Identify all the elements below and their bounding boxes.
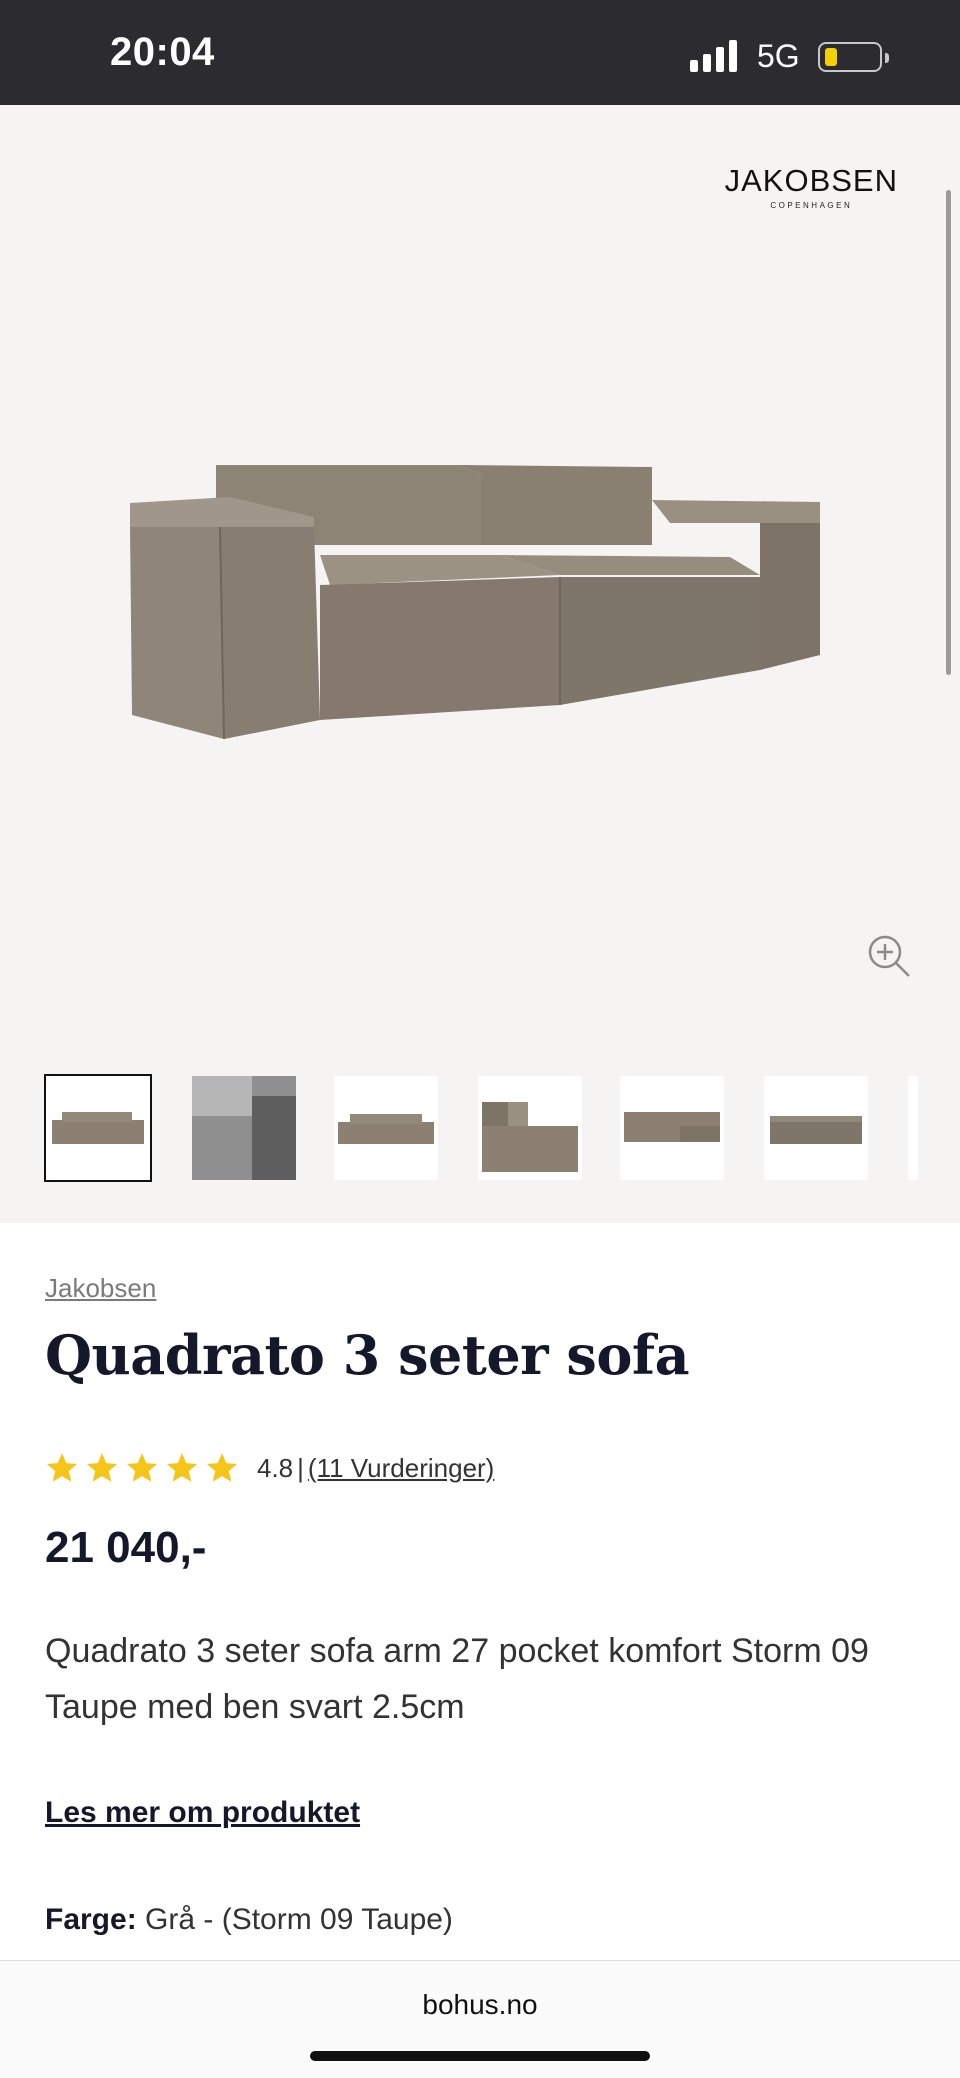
brand-link[interactable]: Jakobsen [45, 1273, 156, 1304]
star-icon [86, 1453, 118, 1482]
star-icon [166, 1453, 198, 1482]
battery-icon [818, 42, 889, 72]
thumbnail-1[interactable] [44, 1074, 152, 1182]
star-icon [46, 1453, 78, 1482]
thumbnail-6[interactable] [764, 1076, 868, 1180]
brand-logo-word: JAKOBSEN [724, 163, 898, 198]
home-indicator[interactable] [310, 2051, 650, 2061]
color-row[interactable]: Farge: Grå - (Storm 09 Taupe) [45, 1903, 453, 1937]
thumbnail-strip[interactable] [44, 1070, 960, 1182]
url-text[interactable]: bohus.no [0, 1989, 960, 2021]
color-label: Farge: [45, 1903, 137, 1936]
thumbnail-4[interactable] [478, 1076, 582, 1180]
rating-score: 4.8 [257, 1452, 294, 1483]
brand-logo-sub: COPENHAGEN [770, 201, 853, 210]
zoom-icon[interactable] [866, 933, 912, 979]
browser-address-bar[interactable]: bohus.no [0, 1960, 960, 2078]
thumbnail-7[interactable] [908, 1076, 918, 1180]
thumbnail-2[interactable] [192, 1076, 296, 1180]
network-label: 5G [757, 38, 800, 74]
reviews-link[interactable]: (11 Vurderinger) [308, 1453, 494, 1484]
product-main-image[interactable] [130, 445, 830, 825]
read-more-link[interactable]: Les mer om produktet [45, 1796, 360, 1830]
color-value: Grå - (Storm 09 Taupe) [145, 1903, 453, 1936]
thumbnail-3[interactable] [334, 1076, 438, 1180]
rating: 4.8 | (11 Vurderinger) [45, 1448, 494, 1488]
star-icon [126, 1453, 158, 1482]
product-title: Quadrato 3 seter sofa [45, 1323, 690, 1387]
product-gallery[interactable]: JAKOBSEN COPENHAGEN [0, 105, 960, 1223]
rating-separator: | [297, 1452, 304, 1483]
scrollbar[interactable] [946, 190, 951, 675]
star-icon [206, 1453, 238, 1482]
signal-icon [690, 40, 737, 72]
status-time: 20:04 [110, 30, 215, 74]
status-bar: 20:04 5G [0, 0, 960, 105]
thumbnail-5[interactable] [620, 1076, 724, 1180]
brand-logo: JAKOBSEN COPENHAGEN [725, 163, 898, 210]
product-price: 21 040,- [45, 1523, 207, 1572]
product-description: Quadrato 3 seter sofa arm 27 pocket komf… [45, 1632, 869, 1726]
rating-stars [45, 1451, 239, 1485]
